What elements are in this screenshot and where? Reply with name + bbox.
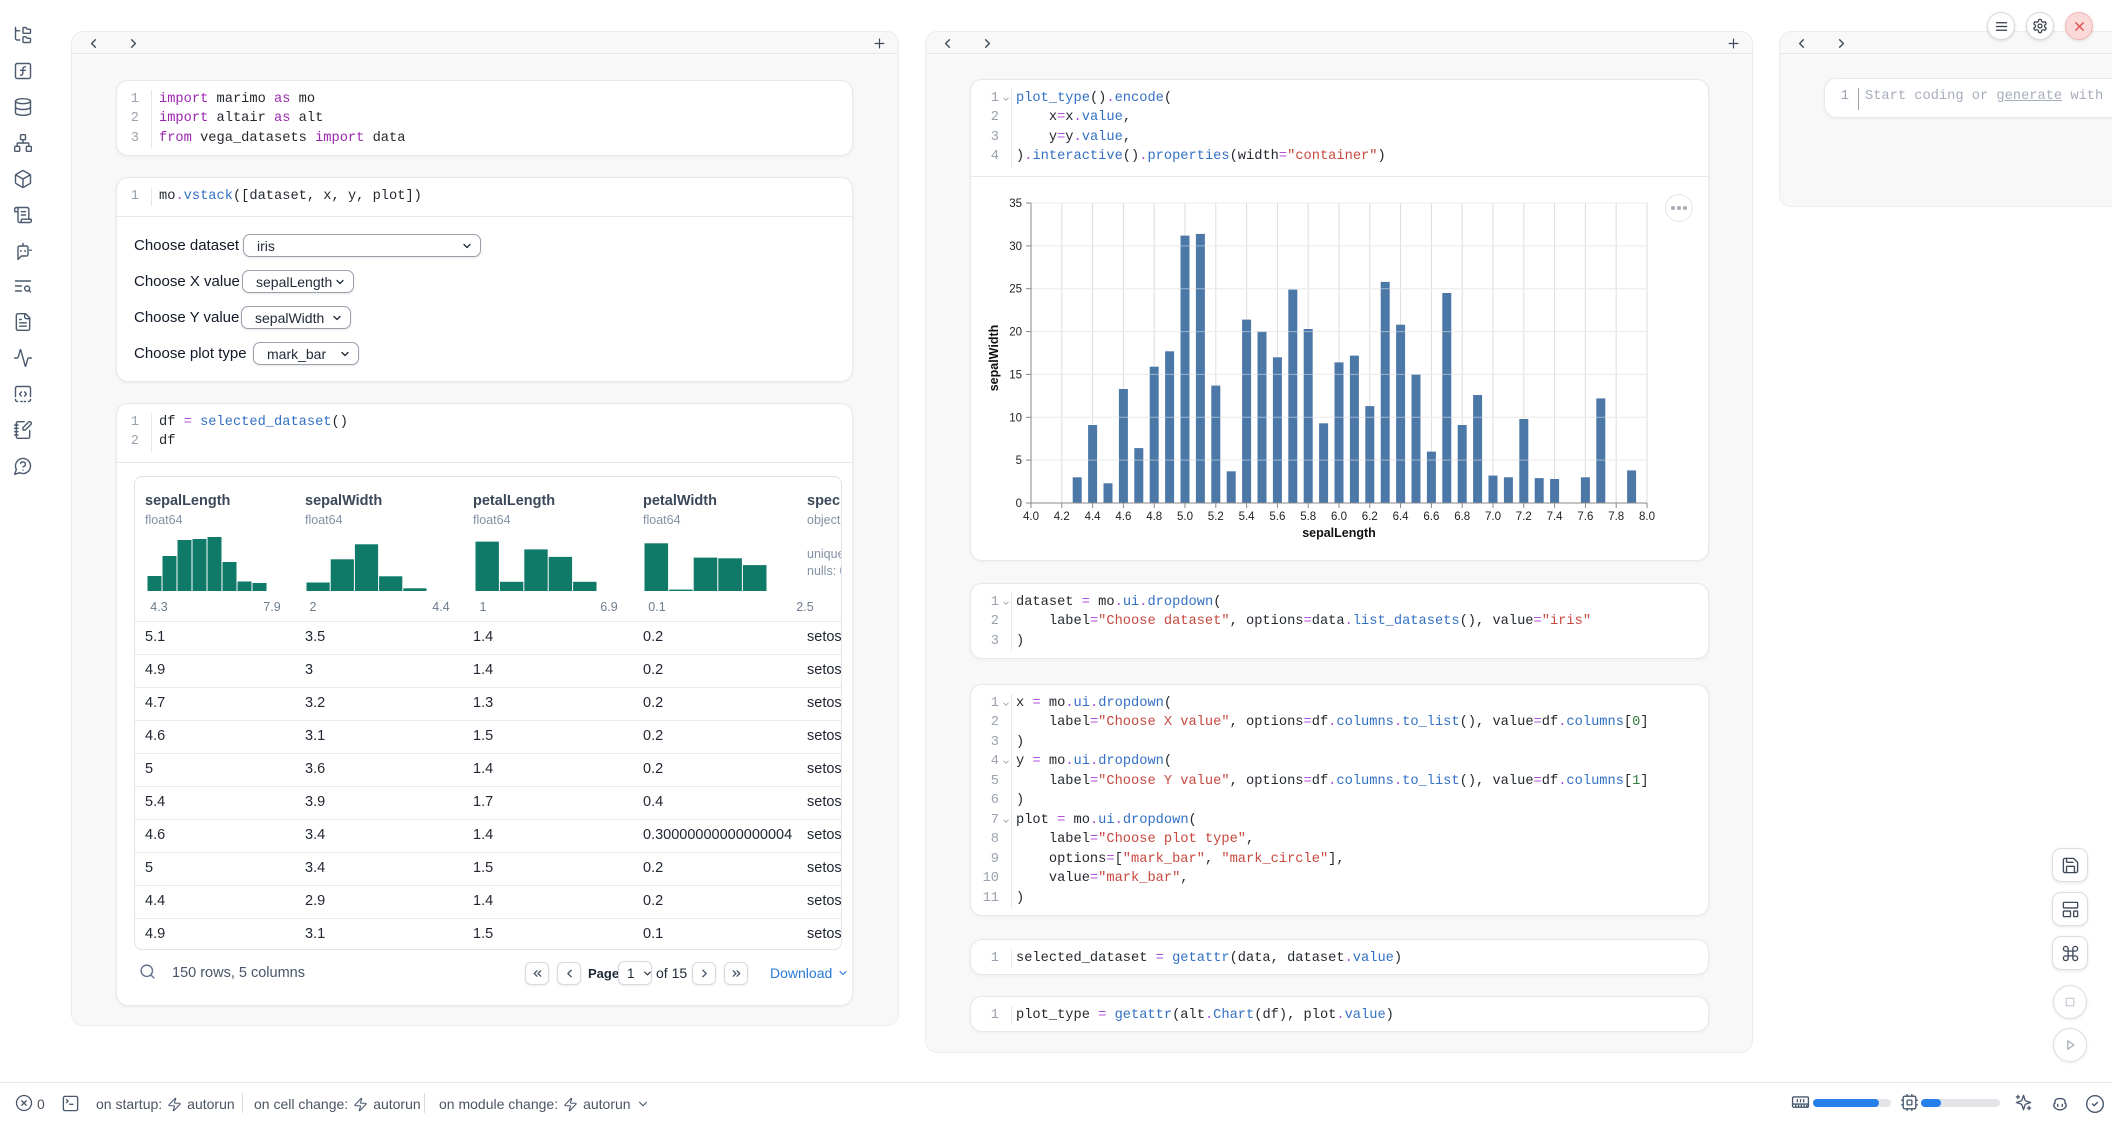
svg-text:4.6: 4.6 xyxy=(1115,511,1131,523)
svg-text:0: 0 xyxy=(1016,498,1022,510)
svg-text:30: 30 xyxy=(1009,241,1022,253)
svg-text:6.0: 6.0 xyxy=(1331,511,1347,523)
svg-text:5.8: 5.8 xyxy=(1300,511,1316,523)
svg-text:6.6: 6.6 xyxy=(1423,511,1439,523)
svg-text:6.4: 6.4 xyxy=(1393,511,1410,523)
svg-text:6.2: 6.2 xyxy=(1362,511,1378,523)
svg-text:4.0: 4.0 xyxy=(1023,511,1039,523)
svg-text:25: 25 xyxy=(1009,284,1022,296)
svg-text:10: 10 xyxy=(1009,412,1022,424)
svg-text:5.4: 5.4 xyxy=(1239,511,1256,523)
svg-text:20: 20 xyxy=(1009,327,1022,339)
svg-text:sepalLength: sepalLength xyxy=(1302,526,1376,540)
svg-text:7.8: 7.8 xyxy=(1608,511,1624,523)
svg-text:4.4: 4.4 xyxy=(1085,511,1102,523)
svg-text:5.6: 5.6 xyxy=(1269,511,1285,523)
svg-text:7.0: 7.0 xyxy=(1485,511,1501,523)
svg-text:6.8: 6.8 xyxy=(1454,511,1470,523)
svg-text:sepalWidth: sepalWidth xyxy=(987,325,1001,392)
svg-text:4.2: 4.2 xyxy=(1054,511,1070,523)
svg-text:7.2: 7.2 xyxy=(1516,511,1532,523)
svg-text:5: 5 xyxy=(1016,455,1022,467)
svg-text:7.4: 7.4 xyxy=(1547,511,1564,523)
svg-text:4.8: 4.8 xyxy=(1146,511,1162,523)
svg-text:5.0: 5.0 xyxy=(1177,511,1193,523)
svg-text:5.2: 5.2 xyxy=(1208,511,1224,523)
svg-text:15: 15 xyxy=(1009,369,1022,381)
svg-text:7.6: 7.6 xyxy=(1577,511,1593,523)
svg-text:8.0: 8.0 xyxy=(1639,511,1655,523)
svg-text:35: 35 xyxy=(1009,198,1022,210)
